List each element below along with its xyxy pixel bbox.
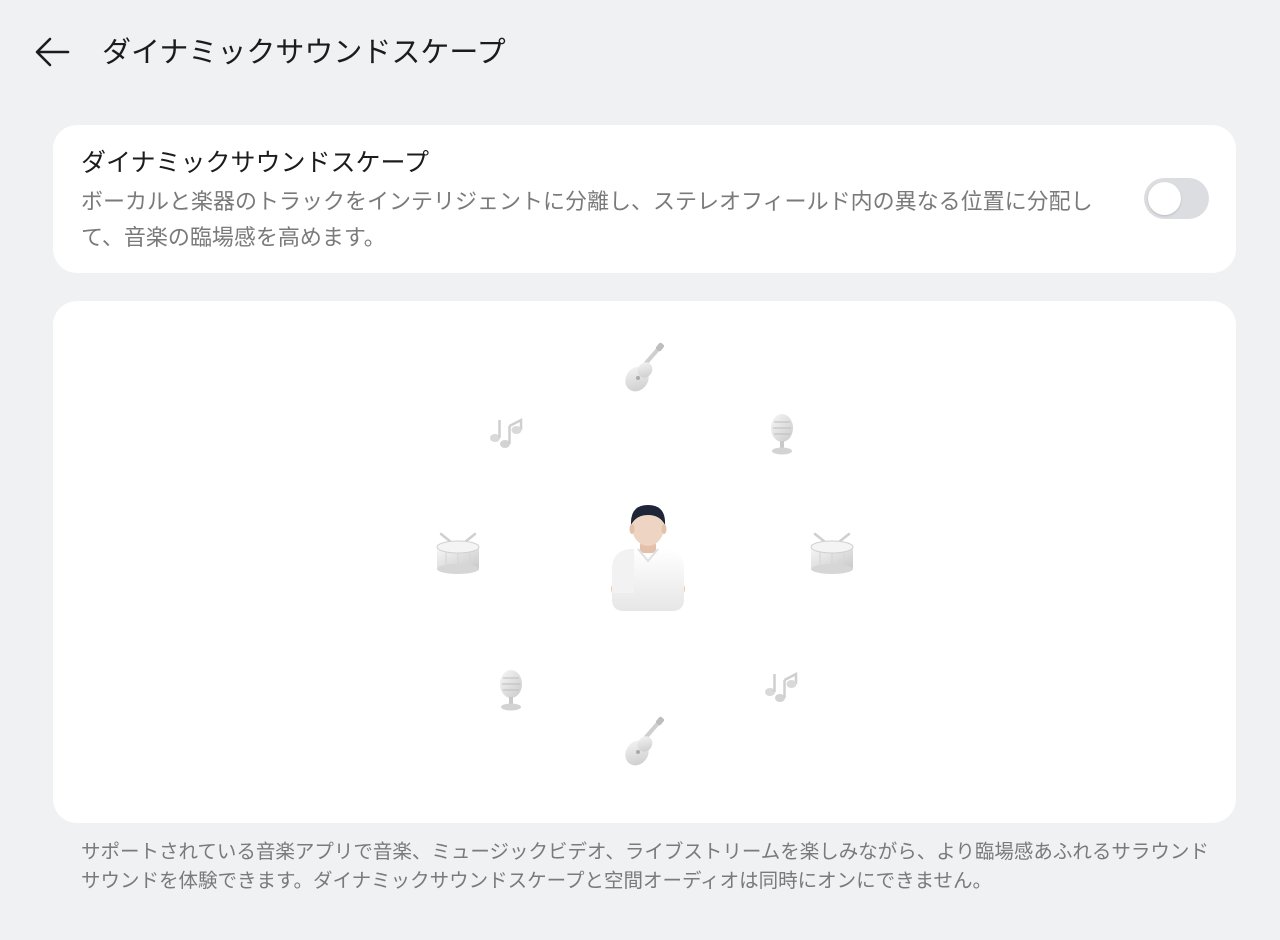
setting-description: ボーカルと楽器のトラックをインテリジェントに分離し、ステレオフィールド内の異なる… xyxy=(81,190,1093,251)
arrow-left-icon xyxy=(35,37,70,67)
footnote-text: サポートされている音楽アプリで音楽、ミュージックビデオ、ライブストリームを楽しみ… xyxy=(81,840,1209,892)
drum-icon xyxy=(810,532,854,574)
header-bar: ダイナミックサウンドスケープ xyxy=(0,0,1280,104)
microphone-icon xyxy=(500,670,522,711)
back-button[interactable] xyxy=(30,30,74,74)
guitar-icon xyxy=(625,716,665,766)
soundscape-illustration-card xyxy=(53,301,1236,823)
drum-icon xyxy=(436,532,480,574)
music-notes-icon xyxy=(765,671,798,702)
guitar-icon xyxy=(625,342,665,392)
soundscape-illustration xyxy=(436,342,854,766)
music-notes-icon xyxy=(490,417,523,448)
soundscape-setting-card: ダイナミックサウンドスケープ ボーカルと楽器のトラックをインテリジェントに分離し… xyxy=(53,125,1236,273)
page-title: ダイナミックサウンドスケープ xyxy=(102,35,506,69)
microphone-icon xyxy=(771,414,793,455)
setting-title: ダイナミックサウンドスケープ xyxy=(81,148,430,177)
toggle-knob xyxy=(1148,182,1181,215)
soundscape-toggle[interactable] xyxy=(1144,178,1209,219)
listener-figure xyxy=(611,505,685,611)
